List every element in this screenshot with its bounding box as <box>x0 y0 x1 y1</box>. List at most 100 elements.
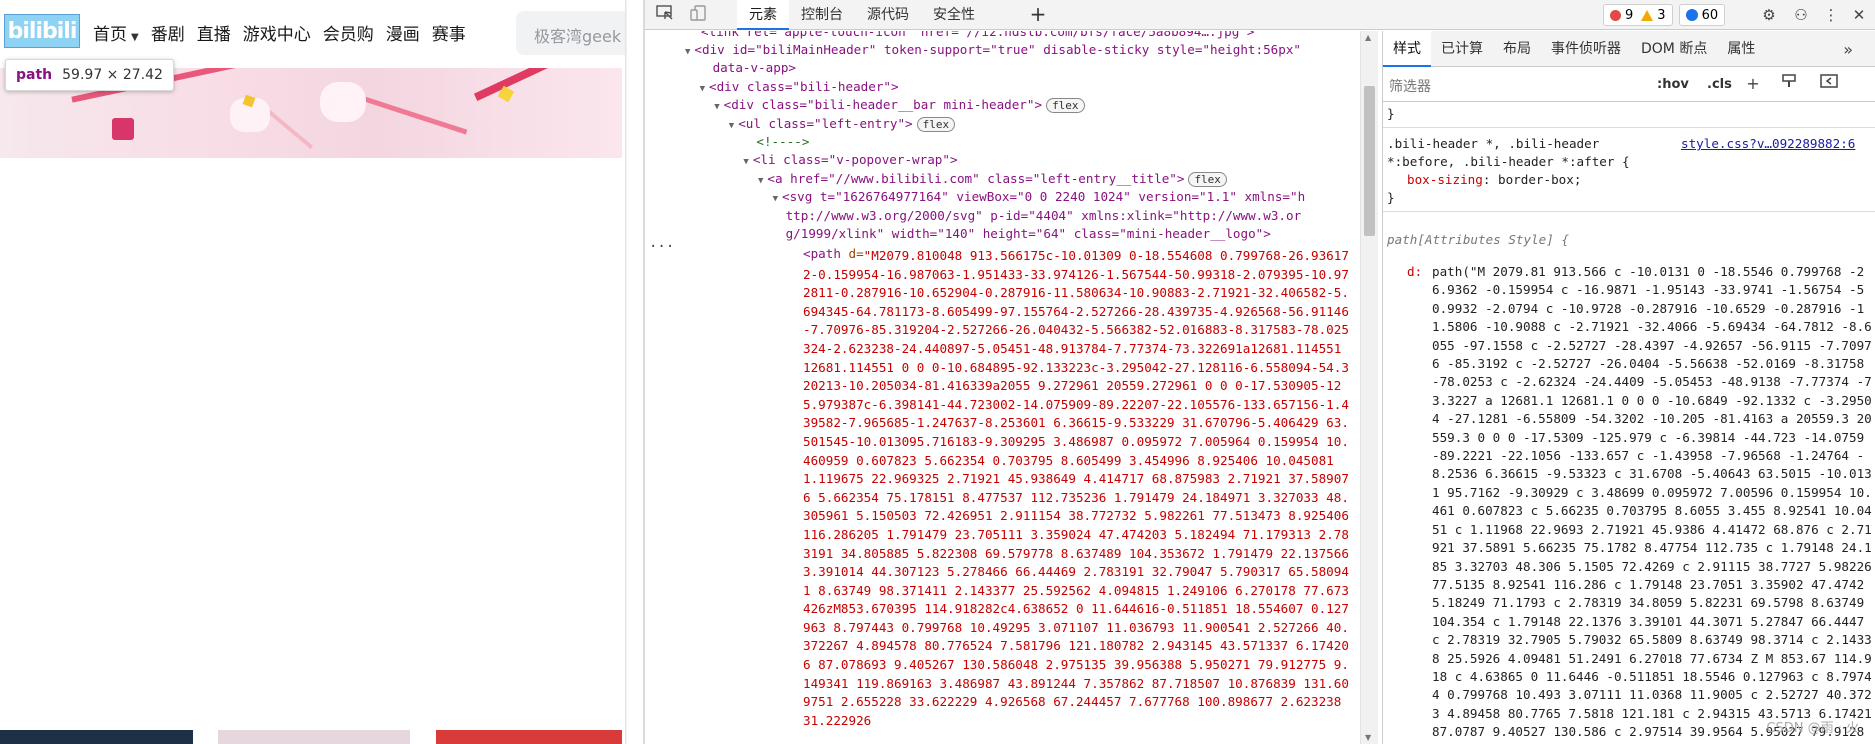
issue-counters[interactable]: 9 3 60 <box>1603 3 1731 27</box>
devtools: 元素 控制台 源代码 安全性 + 9 3 60 ⚙ ⚇ ⋮ ✕ <link re… <box>645 0 1875 744</box>
dom-line[interactable]: ▼ <div id="biliMainHeader" token-support=… <box>685 41 1301 59</box>
dom-line[interactable]: <link rel="apple-touch-icon" href="//i2.… <box>701 31 1255 41</box>
expand-triangle-icon[interactable]: ▼ <box>729 121 734 131</box>
dom-line-code: <svg t="1626764977164" viewBox="0 0 2240… <box>782 189 1306 205</box>
flex-badge[interactable]: flex <box>916 116 956 132</box>
path-d-text: "M2079.810048 913.566175c-10.01309 0-18.… <box>803 248 1349 728</box>
new-rule-icon[interactable]: + <box>1743 73 1763 95</box>
customize-icon[interactable]: ⚇ <box>1791 5 1811 25</box>
nav-manga[interactable]: 漫画 <box>386 20 420 45</box>
dom-scrollbar[interactable]: ▲ ▼ <box>1360 31 1378 744</box>
device-toolbar-icon[interactable] <box>689 5 709 25</box>
flex-badge[interactable]: flex <box>1188 171 1227 187</box>
plus-icon[interactable]: + <box>1025 0 1051 30</box>
tab-event-listeners[interactable]: 事件侦听器 <box>1541 31 1631 67</box>
expand-triangle-icon[interactable]: ▼ <box>714 102 719 112</box>
expand-triangle-icon[interactable]: ▼ <box>743 157 748 167</box>
more-icon[interactable]: ··· <box>649 239 674 255</box>
video-card-thumb[interactable] <box>436 730 622 744</box>
warning-icon <box>1641 9 1654 21</box>
search-input[interactable]: 极客湾geek <box>516 11 627 55</box>
nav-live[interactable]: 直播 <box>197 20 231 45</box>
gear-icon[interactable]: ⚙ <box>1759 5 1779 25</box>
dom-line-code: <a href="//www.bilibili.com" class="left… <box>767 170 1185 186</box>
styles-pane: 样式 已计算 布局 事件侦听器 DOM 断点 属性 » 筛选器 :hov .cl… <box>1382 31 1875 744</box>
toggle-sidebar-icon[interactable] <box>1819 73 1839 95</box>
close-icon[interactable]: ✕ <box>1849 5 1869 25</box>
message-icon <box>1685 9 1698 21</box>
dom-line[interactable]: g/1999/xlink" width="140" height="64" cl… <box>773 225 1271 243</box>
expand-triangle-icon[interactable]: ▼ <box>758 176 763 186</box>
dom-line-code: ttp://www.w3.org/2000/svg" p-id="4404" x… <box>785 207 1302 223</box>
flex-badge[interactable]: flex <box>1046 98 1085 114</box>
dom-line[interactable]: <!----> <box>743 133 809 151</box>
page-preview: bilibili 首页 ▼ 番剧 直播 游戏中心 会员购 漫画 赛事 极客湾gee… <box>0 0 627 744</box>
page-scrollbar[interactable] <box>625 0 627 744</box>
d-property[interactable]: d: <box>1407 263 1422 281</box>
d-property-value[interactable]: path("M 2079.81 913.566 c -10.0131 0 -18… <box>1432 263 1872 744</box>
rule-source-link[interactable]: style.css?v…092289882:6 <box>1681 135 1855 153</box>
info-counter[interactable]: 60 <box>1678 4 1726 26</box>
style-rules: } .bili-header *, .bili-header style.css… <box>1383 103 1875 744</box>
dom-scrollbar-thumb[interactable] <box>1364 86 1375 236</box>
dom-tree[interactable]: <link rel="apple-touch-icon" href="//i2.… <box>645 31 1360 744</box>
more-tabs-icon[interactable]: » <box>1843 40 1853 59</box>
path-d-value[interactable]: <path d="M2079.810048 913.566175c-10.013… <box>803 247 1351 744</box>
dom-line[interactable]: ▼ <div class="bili-header__bar mini-heade… <box>714 96 1085 114</box>
hov-toggle[interactable]: :hov <box>1657 77 1689 92</box>
rule-selector[interactable]: .bili-header *, .bili-header <box>1387 135 1599 153</box>
tab-properties[interactable]: 属性 <box>1717 31 1765 67</box>
tab-computed[interactable]: 已计算 <box>1431 31 1493 67</box>
cls-toggle[interactable]: .cls <box>1707 77 1732 92</box>
dom-line[interactable]: ▼ <ul class="left-entry"> flex <box>729 115 956 133</box>
rule-close-brace: } <box>1387 190 1395 205</box>
video-card-thumb[interactable] <box>218 730 410 744</box>
devtools-toolbar: 元素 控制台 源代码 安全性 + 9 3 60 ⚙ ⚇ ⋮ ✕ <box>645 0 1875 30</box>
nav-vip-shop[interactable]: 会员购 <box>323 20 374 45</box>
nav-esports[interactable]: 赛事 <box>432 20 466 45</box>
nav-anime[interactable]: 番剧 <box>151 20 185 45</box>
inspect-element-icon[interactable] <box>655 5 675 25</box>
expand-triangle-icon[interactable]: ▼ <box>700 84 705 94</box>
dom-line[interactable]: ▼ <svg t="1626764977164" viewBox="0 0 224… <box>773 188 1306 206</box>
tooltip-dimensions: 59.97 × 27.42 <box>62 67 163 83</box>
attr-style-selector: path[Attributes Style] { <box>1387 232 1569 247</box>
dom-line[interactable]: ttp://www.w3.org/2000/svg" p-id="4404" x… <box>773 207 1302 225</box>
tab-dom-breakpoints[interactable]: DOM 断点 <box>1631 31 1717 67</box>
nav-home[interactable]: 首页 ▼ <box>93 20 139 45</box>
logo-text: bilibili <box>7 18 78 44</box>
filter-input[interactable]: 筛选器 <box>1389 76 1431 96</box>
video-card-thumb[interactable] <box>0 730 193 744</box>
scroll-down-icon[interactable]: ▼ <box>1365 733 1371 742</box>
tab-security[interactable]: 安全性 <box>921 0 987 30</box>
more-options-icon[interactable]: ⋮ <box>1821 5 1841 25</box>
dom-line[interactable]: ▼ <li class="v-popover-wrap"> <box>743 151 957 169</box>
rule-declaration[interactable]: box-sizing: border-box; <box>1407 171 1581 189</box>
dom-line[interactable]: data-v-app> <box>700 59 796 77</box>
expand-triangle-icon[interactable]: ▼ <box>773 194 778 204</box>
dom-line-code: <div id="biliMainHeader" token-support="… <box>694 42 1301 57</box>
tab-layout[interactable]: 布局 <box>1493 31 1541 67</box>
dom-line-code: data-v-app> <box>712 60 796 76</box>
tooltip-tag: path <box>16 67 53 83</box>
nav-game-center[interactable]: 游戏中心 <box>243 20 311 45</box>
error-icon <box>1610 9 1621 21</box>
styles-tabs: 样式 已计算 布局 事件侦听器 DOM 断点 属性 <box>1383 31 1875 67</box>
styles-filter-bar: 筛选器 :hov .cls + <box>1383 68 1875 102</box>
error-count: 9 <box>1625 7 1634 23</box>
dom-line[interactable]: ▼ <a href="//www.bilibili.com" class="lef… <box>758 170 1227 188</box>
dom-line[interactable]: ▼ <div class="bili-header"> <box>700 78 899 96</box>
devtools-tabs: 元素 控制台 源代码 安全性 <box>737 0 987 30</box>
dom-line-code: <div class="bili-header__bar mini-header… <box>723 97 1043 113</box>
tab-elements[interactable]: 元素 <box>737 0 789 30</box>
scroll-up-icon[interactable]: ▲ <box>1365 33 1371 42</box>
tab-sources[interactable]: 源代码 <box>855 0 921 30</box>
tab-console[interactable]: 控制台 <box>789 0 855 30</box>
bilibili-logo[interactable]: bilibili <box>4 14 80 48</box>
dom-line-code: <!----> <box>756 134 810 149</box>
error-warning-counter[interactable]: 9 3 <box>1603 4 1673 26</box>
rule-selector-cont[interactable]: *:before, .bili-header *:after { <box>1387 153 1630 171</box>
tab-styles[interactable]: 样式 <box>1383 31 1431 67</box>
expand-triangle-icon[interactable]: ▼ <box>685 47 690 57</box>
paint-icon[interactable] <box>1779 73 1799 95</box>
